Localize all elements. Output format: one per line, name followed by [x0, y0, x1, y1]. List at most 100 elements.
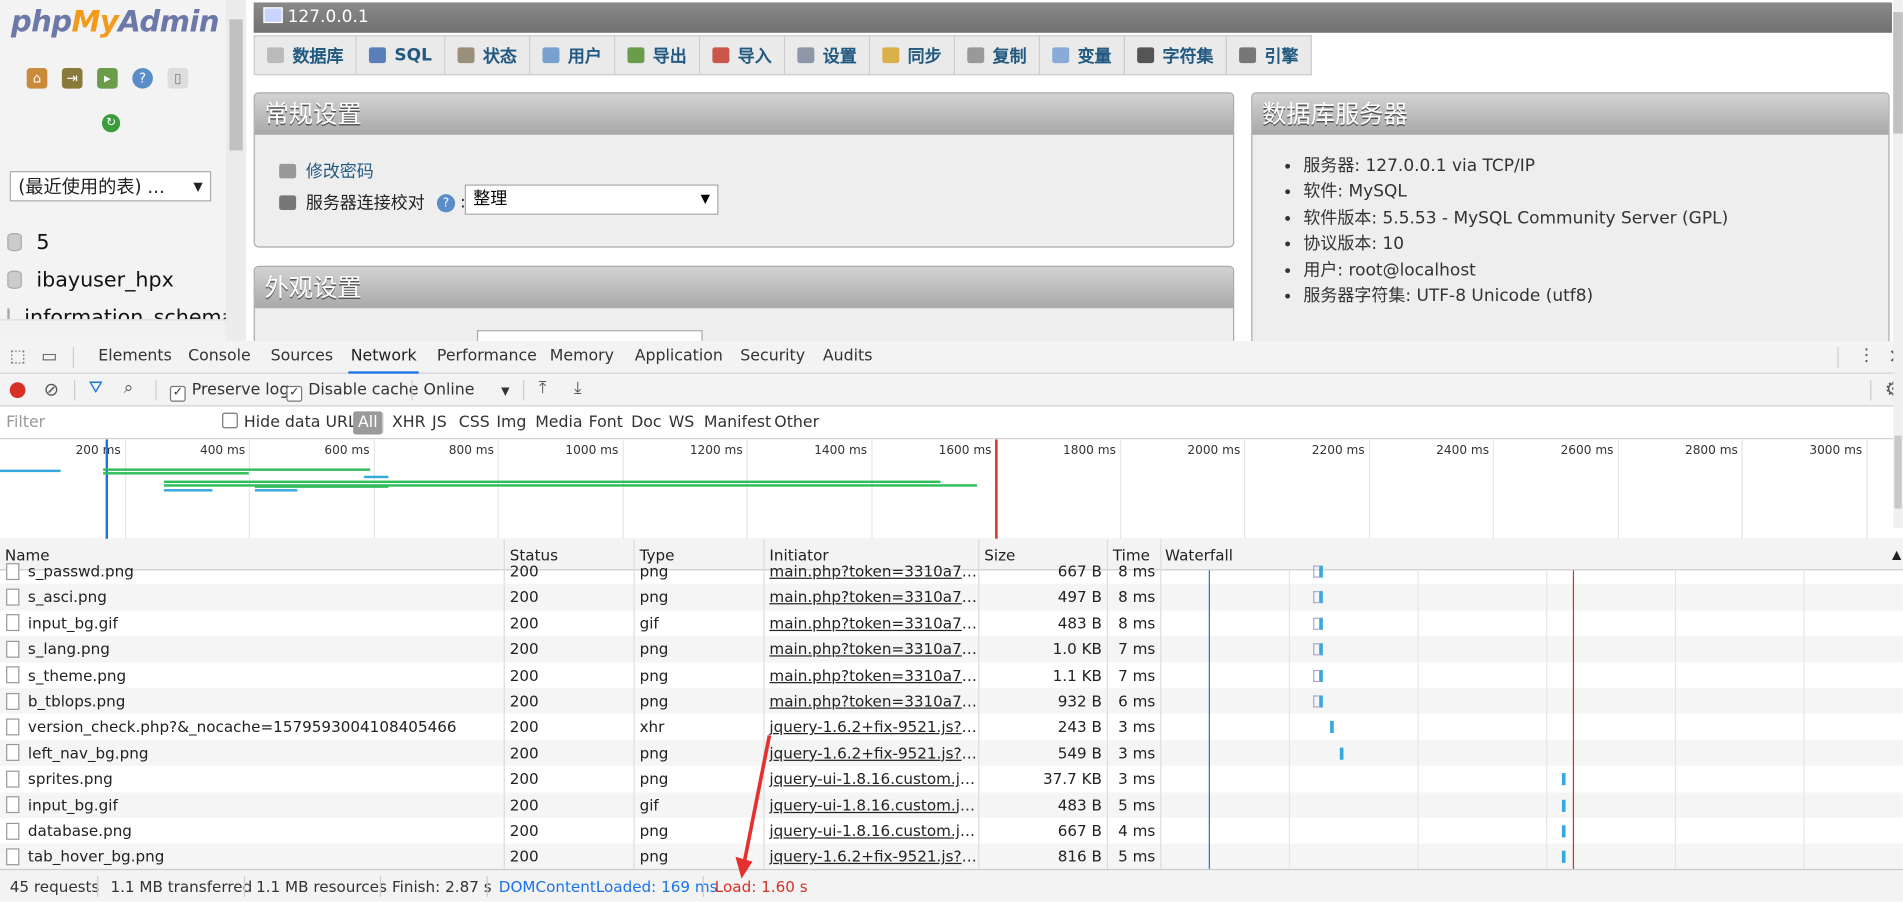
filter-type-manifest[interactable]: Manifest: [704, 407, 771, 440]
tab-label: 同步: [907, 46, 942, 67]
table-row[interactable]: s_theme.png 200 png main.php?token=3310a7f.…: [0, 662, 1903, 688]
documentation-icon[interactable]: ▯: [167, 67, 189, 89]
help-icon[interactable]: ?: [132, 67, 153, 89]
disable-cache-checkbox[interactable]: ✓ Disable cache: [286, 374, 419, 407]
table-row[interactable]: input_bg.gif 200 gif main.php?token=3310a7f…: [0, 610, 1903, 636]
language-select[interactable]: [476, 330, 703, 342]
table-row[interactable]: input_bg.gif 200 gif jquery-ui-1.8.16.custo…: [0, 791, 1903, 818]
table-row[interactable]: s_asci.png 200 png main.php?token=3310a7f..…: [0, 584, 1903, 611]
table-row[interactable]: database.png 200 png jquery-ui-1.8.16.custo…: [0, 818, 1903, 844]
more-options-icon[interactable]: ⋮: [1858, 346, 1875, 365]
request-initiator-link[interactable]: jquery-ui-1.8.16.custom.js?ts...: [765, 766, 978, 792]
request-initiator-link[interactable]: main.php?token=3310a7f...: [765, 584, 978, 610]
record-icon[interactable]: [9, 382, 26, 399]
table-vertical-scrollbar[interactable]: [1893, 229, 1903, 528]
request-initiator-link[interactable]: jquery-ui-1.8.16.custom.js?ts...: [765, 792, 978, 818]
table-row[interactable]: left_nav_bg.png 200 png jquery-1.6.2+fix-95…: [0, 740, 1903, 767]
request-initiator-link[interactable]: jquery-1.6.2+fix-9521.js?ts=1...: [765, 740, 978, 766]
table-row[interactable]: tab_hover_bg.png 200 png jquery-1.6.2+fix-9…: [0, 843, 1903, 869]
throttle-select[interactable]: Online ▼: [424, 374, 510, 407]
tab-sources[interactable]: Sources: [268, 341, 335, 374]
tab-7[interactable]: 同步: [870, 35, 955, 76]
tab-elements[interactable]: Elements: [96, 341, 174, 374]
database-item[interactable]: ibayuser_hpx: [0, 261, 226, 299]
request-initiator-link[interactable]: jquery-ui-1.8.16.custom.js?ts...: [765, 818, 978, 844]
filter-type-img[interactable]: Img: [496, 407, 526, 440]
filter-type-css[interactable]: CSS: [459, 407, 490, 440]
appearance-settings-panel: 外观设置: [253, 265, 1235, 342]
request-initiator-link[interactable]: main.php?token=3310a7f...: [765, 662, 978, 688]
scrollbar-thumb[interactable]: [1894, 435, 1902, 509]
filter-type-xhr[interactable]: XHR: [392, 407, 426, 440]
scrollbar-thumb[interactable]: [1893, 12, 1903, 134]
nav-vertical-scrollbar[interactable]: [225, 0, 247, 342]
request-size: 37.7 KB: [1042, 769, 1102, 788]
nav-horizontal-scrollbar[interactable]: [0, 319, 226, 337]
tab-0[interactable]: 数据库: [253, 35, 357, 76]
server-icon: [263, 7, 283, 24]
filter-type-ws[interactable]: WS: [669, 407, 695, 440]
tab-4[interactable]: 导出: [615, 35, 701, 76]
collation-select[interactable]: 整理 ▼: [464, 184, 719, 215]
waterfall-wait: [1313, 565, 1321, 578]
tab-2[interactable]: 状态: [445, 35, 531, 76]
table-row[interactable]: b_tblops.png 200 png main.php?token=3310a7f…: [0, 688, 1903, 715]
tab-5[interactable]: 导入: [700, 35, 786, 76]
summary-domcontentloaded: DOMContentLoaded: 169 ms: [498, 877, 718, 896]
phpmyadmin-logo[interactable]: phpMyAdmin: [11, 5, 220, 39]
hide-data-urls-checkbox[interactable]: Hide data URLs: [222, 407, 365, 440]
tab-6[interactable]: 设置: [785, 35, 871, 76]
filter-type-font[interactable]: Font: [589, 407, 623, 440]
tab-memory[interactable]: Memory: [547, 341, 616, 374]
import-har-icon[interactable]: ⤒: [539, 379, 547, 398]
search-icon[interactable]: ⌕: [124, 379, 134, 398]
tab-3[interactable]: 用户: [530, 35, 616, 76]
preserve-log-checkbox[interactable]: ✓ Preserve log: [169, 374, 289, 407]
filter-type-all[interactable]: All: [353, 411, 383, 435]
reload-icon[interactable]: ↻: [101, 114, 121, 133]
filter-type-media[interactable]: Media: [535, 407, 582, 440]
table-row[interactable]: s_lang.png 200 png main.php?token=3310a7f..…: [0, 636, 1903, 663]
scrollbar-thumb[interactable]: [229, 19, 243, 151]
server-breadcrumb[interactable]: 127.0.0.1: [253, 2, 1893, 33]
request-type: png: [639, 691, 669, 710]
filter-input[interactable]: Filter: [2, 410, 210, 436]
help-icon[interactable]: ?: [436, 193, 456, 212]
tab-console[interactable]: Console: [186, 341, 253, 374]
tab-8[interactable]: 复制: [954, 35, 1040, 76]
query-window-icon[interactable]: ▸: [97, 67, 118, 89]
network-overview[interactable]: 200 ms 400 ms 600 ms 800 ms 1000 ms 1200 ms 14…: [0, 439, 1903, 541]
request-initiator-link[interactable]: main.php?token=3310a7f...: [765, 688, 978, 714]
request-initiator-link[interactable]: main.php?token=3310a7f...: [765, 558, 978, 584]
clear-icon[interactable]: ⊘: [44, 379, 59, 401]
request-initiator-link[interactable]: jquery-1.6.2+fix-9521.js?ts=1...: [765, 714, 978, 740]
table-row[interactable]: s_passwd.png 200 png main.php?token=3310a7f…: [0, 558, 1903, 584]
inspect-element-icon[interactable]: ⬚: [10, 347, 26, 366]
request-initiator-link[interactable]: main.php?token=3310a7f...: [765, 610, 978, 636]
filter-type-other[interactable]: Other: [774, 407, 819, 440]
device-toolbar-icon[interactable]: ▭: [41, 347, 57, 366]
tab-network[interactable]: Network: [348, 341, 420, 374]
filter-icon[interactable]: ⛛: [89, 379, 103, 398]
table-row[interactable]: version_check.php?&_nocache=157959300410…: [0, 714, 1903, 740]
tab-1[interactable]: SQL: [356, 35, 446, 76]
tab-10[interactable]: 字符集: [1124, 35, 1227, 76]
request-initiator-link[interactable]: main.php?token=3310a7f...: [765, 636, 978, 662]
tab-11[interactable]: 引擎: [1226, 35, 1312, 76]
recent-tables-select[interactable]: (最近使用的表) ... ▼: [9, 171, 212, 202]
change-password-link[interactable]: 修改密码: [306, 159, 374, 183]
database-item[interactable]: 5: [0, 223, 226, 261]
filter-type-js[interactable]: JS: [432, 407, 447, 440]
export-har-icon[interactable]: ⤓: [574, 379, 582, 398]
home-icon[interactable]: ⌂: [26, 67, 48, 89]
exit-icon[interactable]: ⇥: [61, 67, 83, 89]
tab-audits[interactable]: Audits: [820, 341, 874, 374]
filter-type-doc[interactable]: Doc: [631, 407, 661, 440]
tab-performance[interactable]: Performance: [434, 341, 539, 374]
request-initiator-link[interactable]: jquery-1.6.2+fix-9521.js?ts=1...: [765, 844, 978, 869]
request-name: version_check.php?&_nocache=157959300410…: [0, 714, 502, 740]
table-row[interactable]: sprites.png 200 png jquery-ui-1.8.16.custom…: [0, 766, 1903, 792]
tab-application[interactable]: Application: [632, 341, 725, 374]
tab-security[interactable]: Security: [738, 341, 808, 374]
tab-9[interactable]: 变量: [1039, 35, 1125, 76]
